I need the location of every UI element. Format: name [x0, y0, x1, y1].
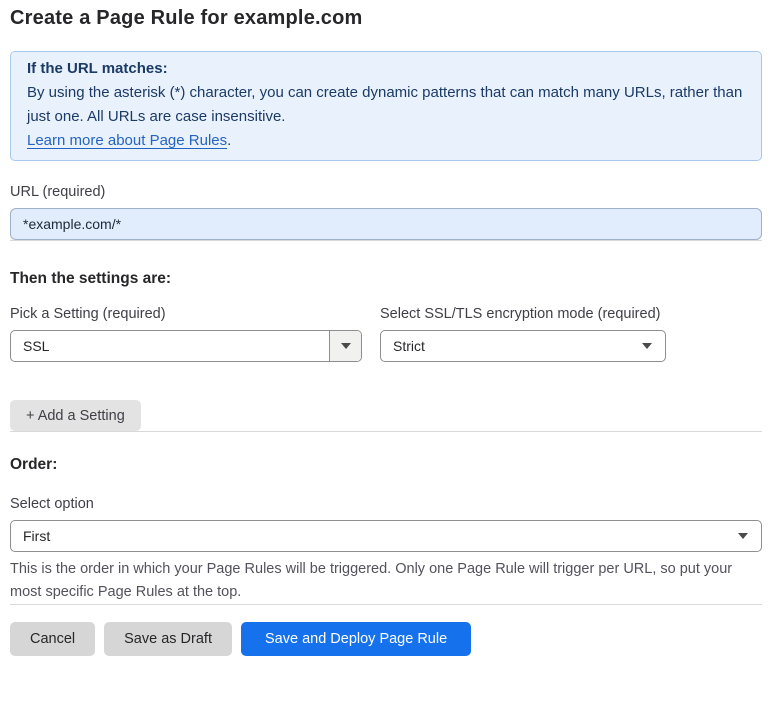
- info-box-link-line: Learn more about Page Rules.: [27, 129, 745, 153]
- link-period: .: [227, 132, 232, 149]
- ssl-mode-value: Strict: [393, 338, 425, 354]
- info-box-body: By using the asterisk (*) character, you…: [27, 84, 743, 125]
- create-page-rule-form: Create a Page Rule for example.com If th…: [0, 0, 772, 656]
- chevron-down-icon: [642, 343, 652, 349]
- setting-picker-value: SSL: [23, 338, 50, 354]
- page-title: Create a Page Rule for example.com: [10, 7, 363, 29]
- settings-row: Pick a Setting (required) SSL Select SSL…: [10, 306, 762, 362]
- cancel-button[interactable]: Cancel: [10, 622, 96, 656]
- url-label: URL (required): [10, 184, 106, 200]
- order-section-heading: Order:: [10, 456, 58, 473]
- save-deploy-button[interactable]: Save and Deploy Page Rule: [240, 622, 472, 656]
- ssl-mode-label: Select SSL/TLS encryption mode (required…: [380, 306, 661, 322]
- learn-more-link[interactable]: Learn more about Page Rules: [27, 132, 227, 149]
- settings-section-heading: Then the settings are:: [10, 270, 172, 287]
- divider: [10, 604, 762, 605]
- ssl-mode-select[interactable]: Strict: [380, 330, 666, 362]
- order-select-value: First: [23, 528, 51, 544]
- footer-actions: Cancel Save as Draft Save and Deploy Pag…: [10, 622, 762, 656]
- save-draft-button[interactable]: Save as Draft: [104, 622, 232, 656]
- setting-picker-label: Pick a Setting (required): [10, 306, 166, 322]
- divider: [10, 240, 762, 241]
- add-setting-button[interactable]: + Add a Setting: [10, 400, 141, 431]
- url-input[interactable]: [10, 208, 762, 240]
- order-select[interactable]: First: [10, 520, 762, 552]
- ssl-mode-field: Select SSL/TLS encryption mode (required…: [380, 306, 666, 362]
- setting-picker-select[interactable]: SSL: [10, 330, 362, 362]
- info-box-heading: If the URL matches:: [27, 60, 168, 77]
- url-match-info-box: If the URL matches: By using the asteris…: [10, 51, 762, 161]
- order-help-text: This is the order in which your Page Rul…: [10, 561, 733, 600]
- caret-triangle-icon: [340, 343, 351, 349]
- order-select-label: Select option: [10, 496, 94, 512]
- divider: [10, 431, 762, 432]
- setting-picker-field: Pick a Setting (required) SSL: [10, 306, 362, 362]
- chevron-down-icon[interactable]: [329, 331, 361, 361]
- chevron-down-icon: [738, 533, 748, 539]
